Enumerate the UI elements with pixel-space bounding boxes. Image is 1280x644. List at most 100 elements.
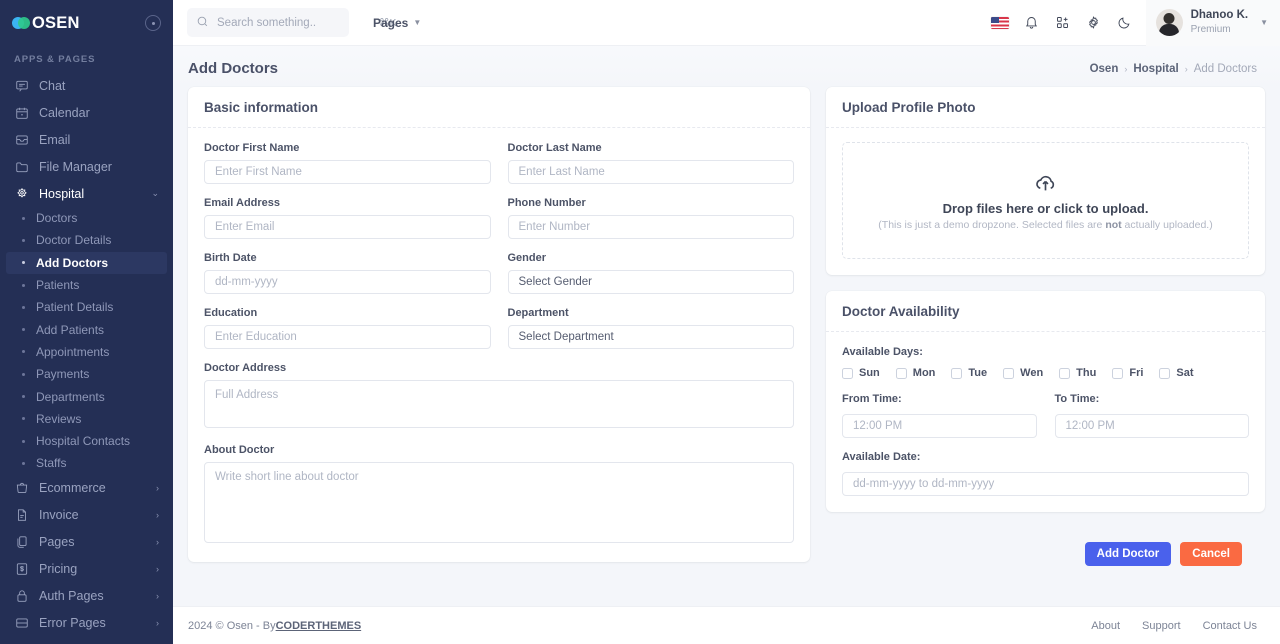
sidebar-item-ecommerce[interactable]: Ecommerce › [0,475,173,502]
sidebar-brand: OSEN [0,0,173,46]
field-gender: Gender Select Gender [507,252,794,294]
sidebar-item-hospital-contacts[interactable]: Hospital Contacts [0,430,173,452]
day-checkbox-fri[interactable]: Fri [1112,367,1143,379]
day-checkbox-tue[interactable]: Tue [951,367,987,379]
search-input[interactable] [217,16,371,29]
checkbox-icon[interactable] [895,367,907,379]
apps-grid-icon[interactable] [1047,0,1078,46]
day-checkbox-sat[interactable]: Sat [1159,367,1194,379]
sidebar-item-doctor-details[interactable]: Doctor Details [0,229,173,251]
sidebar-item-reviews[interactable]: Reviews [0,408,173,430]
sidebar-item-file-manager[interactable]: File Manager [0,153,173,180]
sidebar-item-doctors[interactable]: Doctors [0,207,173,229]
sidebar-item-label: Error Pages [39,616,106,631]
dropzone-sub-text: (This is just a demo dropzone. Selected … [878,219,1212,231]
checkbox-icon[interactable] [1159,367,1171,379]
sidebar-item-payments[interactable]: Payments [0,363,173,385]
dropzone[interactable]: Drop files here or click to upload. (Thi… [842,142,1249,259]
day-label: Sat [1176,367,1194,379]
sidebar-item-email-templates[interactable]: Email Templates › [0,637,173,644]
app-root: OSEN APPS & PAGES Chat Calendar Email Fi… [0,0,1280,644]
sidebar-item-departments[interactable]: Departments [0,385,173,407]
last-name-input[interactable] [507,160,794,184]
search-icon [196,15,209,31]
field-label: Email Address [204,197,281,209]
sidebar-item-hospital[interactable]: Hospital ⌄ [0,180,173,207]
phone-input[interactable] [507,215,794,239]
breadcrumb-item-osen[interactable]: Osen [1090,63,1119,75]
sidebar-sub-label: Add Doctors [36,255,108,270]
address-textarea[interactable] [204,380,794,428]
sidebar-item-email[interactable]: Email [0,126,173,153]
to-time-input[interactable] [1054,414,1249,438]
bullet-icon [22,350,25,354]
sidebar-sub-label: Appointments [36,344,110,359]
first-name-input[interactable] [204,160,491,184]
hospital-icon [14,186,29,201]
gender-select[interactable]: Select Gender [507,270,794,294]
bullet-icon [22,261,25,265]
flag-us-icon[interactable] [985,0,1016,46]
birth-date-input[interactable] [204,270,491,294]
sidebar-item-pricing[interactable]: Pricing › [0,556,173,583]
checkbox-icon[interactable] [951,367,963,379]
field-label: About Doctor [204,444,275,456]
logo[interactable]: OSEN [12,14,80,33]
day-checkbox-wen[interactable]: Wen [1003,367,1043,379]
sidebar-item-add-patients[interactable]: Add Patients [0,318,173,340]
checkbox-icon[interactable] [1059,367,1071,379]
card-body: Doctor First Name Doctor Last Name Email… [188,128,810,562]
sidebar-item-chat[interactable]: Chat [0,72,173,99]
sidebar-item-error-pages[interactable]: Error Pages › [0,610,173,637]
footer-link-support[interactable]: Support [1142,620,1181,632]
card-header: Doctor Availability [826,291,1265,332]
breadcrumb-item-hospital[interactable]: Hospital [1133,63,1178,75]
about-textarea[interactable] [204,462,794,543]
from-time-input[interactable] [842,414,1037,438]
education-input[interactable] [204,325,491,349]
day-checkbox-thu[interactable]: Thu [1059,367,1096,379]
bell-icon[interactable] [1016,0,1047,46]
sidebar-item-label: Auth Pages [39,589,104,604]
pages-dropdown[interactable]: Pages ▼ [373,16,421,30]
checkbox-icon[interactable] [842,367,853,379]
add-doctor-button[interactable]: Add Doctor [1084,542,1172,566]
footer-brand-link[interactable]: CODERTHEMES [276,620,362,632]
user-menu[interactable]: Dhanoo K. Premium ▼ [1145,0,1280,46]
email-input[interactable] [204,215,491,239]
footer-link-about[interactable]: About [1091,620,1120,632]
gender-select-value: Select Gender [518,276,593,288]
sidebar-item-add-doctors[interactable]: Add Doctors [6,251,167,274]
footer-link-contact-us[interactable]: Contact Us [1203,620,1257,632]
chevron-down-icon: ⌄ [151,188,159,198]
day-label: Fri [1129,367,1144,379]
department-select[interactable]: Select Department [507,325,794,349]
sidebar-item-invoice[interactable]: Invoice › [0,502,173,529]
day-checkbox-sun[interactable]: Sun [842,367,880,379]
chevron-down-icon: ▼ [1260,18,1268,27]
bullet-icon [22,328,25,332]
sidebar-collapse-icon[interactable] [145,15,161,31]
available-date-input[interactable] [842,472,1249,496]
day-checkbox-mon[interactable]: Mon [895,367,935,379]
cancel-button[interactable]: Cancel [1180,542,1242,566]
bullet-icon [22,372,25,376]
sidebar-item-calendar[interactable]: Calendar [0,99,173,126]
sidebar-item-staffs[interactable]: Staffs [0,452,173,474]
sidebar-item-label: Pricing [39,562,78,577]
sidebar-item-pages[interactable]: Pages › [0,529,173,556]
sidebar-item-patient-details[interactable]: Patient Details [0,296,173,318]
sidebar-item-label: Pages [39,535,75,550]
gear-icon[interactable] [1078,0,1109,46]
sidebar-item-label: Ecommerce [39,481,106,496]
day-label: Tue [968,367,988,379]
search-box[interactable]: ⌘K [187,8,397,37]
sidebar-item-patients[interactable]: Patients [0,274,173,296]
checkbox-icon[interactable] [1003,367,1015,379]
sidebar-item-auth-pages[interactable]: Auth Pages › [0,583,173,610]
moon-icon[interactable] [1109,0,1140,46]
checkbox-icon[interactable] [1112,367,1124,379]
sidebar-sub-label: Doctors [36,211,78,226]
chevron-right-icon: › [156,618,159,629]
sidebar-item-appointments[interactable]: Appointments [0,341,173,363]
